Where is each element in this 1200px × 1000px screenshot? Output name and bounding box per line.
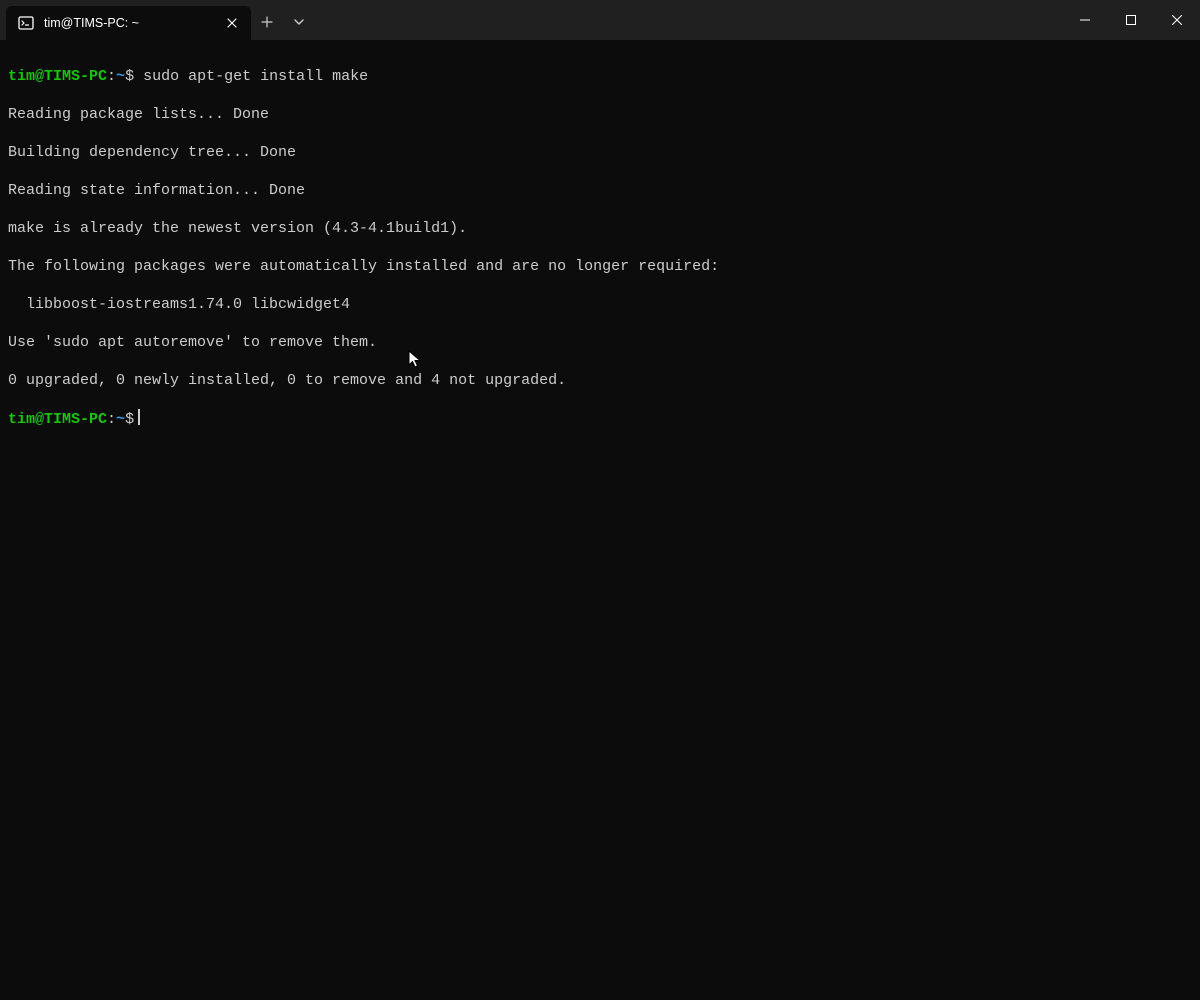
tab-close-button[interactable] (223, 14, 241, 32)
prompt-line: tim@TIMS-PC:~$ (8, 409, 1192, 429)
output-line: make is already the newest version (4.3-… (8, 219, 1192, 238)
output-line: 0 upgraded, 0 newly installed, 0 to remo… (8, 371, 1192, 390)
output-line: Use 'sudo apt autoremove' to remove them… (8, 333, 1192, 352)
new-tab-button[interactable] (251, 6, 283, 38)
terminal-icon (18, 15, 34, 31)
window-controls (1062, 0, 1200, 40)
prompt-dollar: $ (125, 68, 143, 85)
terminal-tab[interactable]: tim@TIMS-PC: ~ (6, 6, 251, 40)
maximize-button[interactable] (1108, 0, 1154, 40)
prompt-path: ~ (116, 411, 125, 428)
output-line: The following packages were automaticall… (8, 257, 1192, 276)
output-line: libboost-iostreams1.74.0 libcwidget4 (8, 295, 1192, 314)
close-window-button[interactable] (1154, 0, 1200, 40)
text-cursor (138, 409, 140, 425)
command-text: sudo apt-get install make (143, 68, 368, 85)
terminal-output-area[interactable]: tim@TIMS-PC:~$ sudo apt-get install make… (0, 40, 1200, 1000)
prompt-line: tim@TIMS-PC:~$ sudo apt-get install make (8, 67, 1192, 86)
prompt-path: ~ (116, 68, 125, 85)
prompt-colon: : (107, 68, 116, 85)
minimize-button[interactable] (1062, 0, 1108, 40)
tab-title: tim@TIMS-PC: ~ (44, 16, 213, 30)
output-line: Building dependency tree... Done (8, 143, 1192, 162)
output-line: Reading state information... Done (8, 181, 1192, 200)
titlebar: tim@TIMS-PC: ~ (0, 0, 1200, 40)
prompt-dollar: $ (125, 411, 134, 428)
prompt-user-host: tim@TIMS-PC (8, 68, 107, 85)
tab-dropdown-button[interactable] (283, 6, 315, 38)
prompt-colon: : (107, 411, 116, 428)
output-line: Reading package lists... Done (8, 105, 1192, 124)
prompt-user-host: tim@TIMS-PC (8, 411, 107, 428)
